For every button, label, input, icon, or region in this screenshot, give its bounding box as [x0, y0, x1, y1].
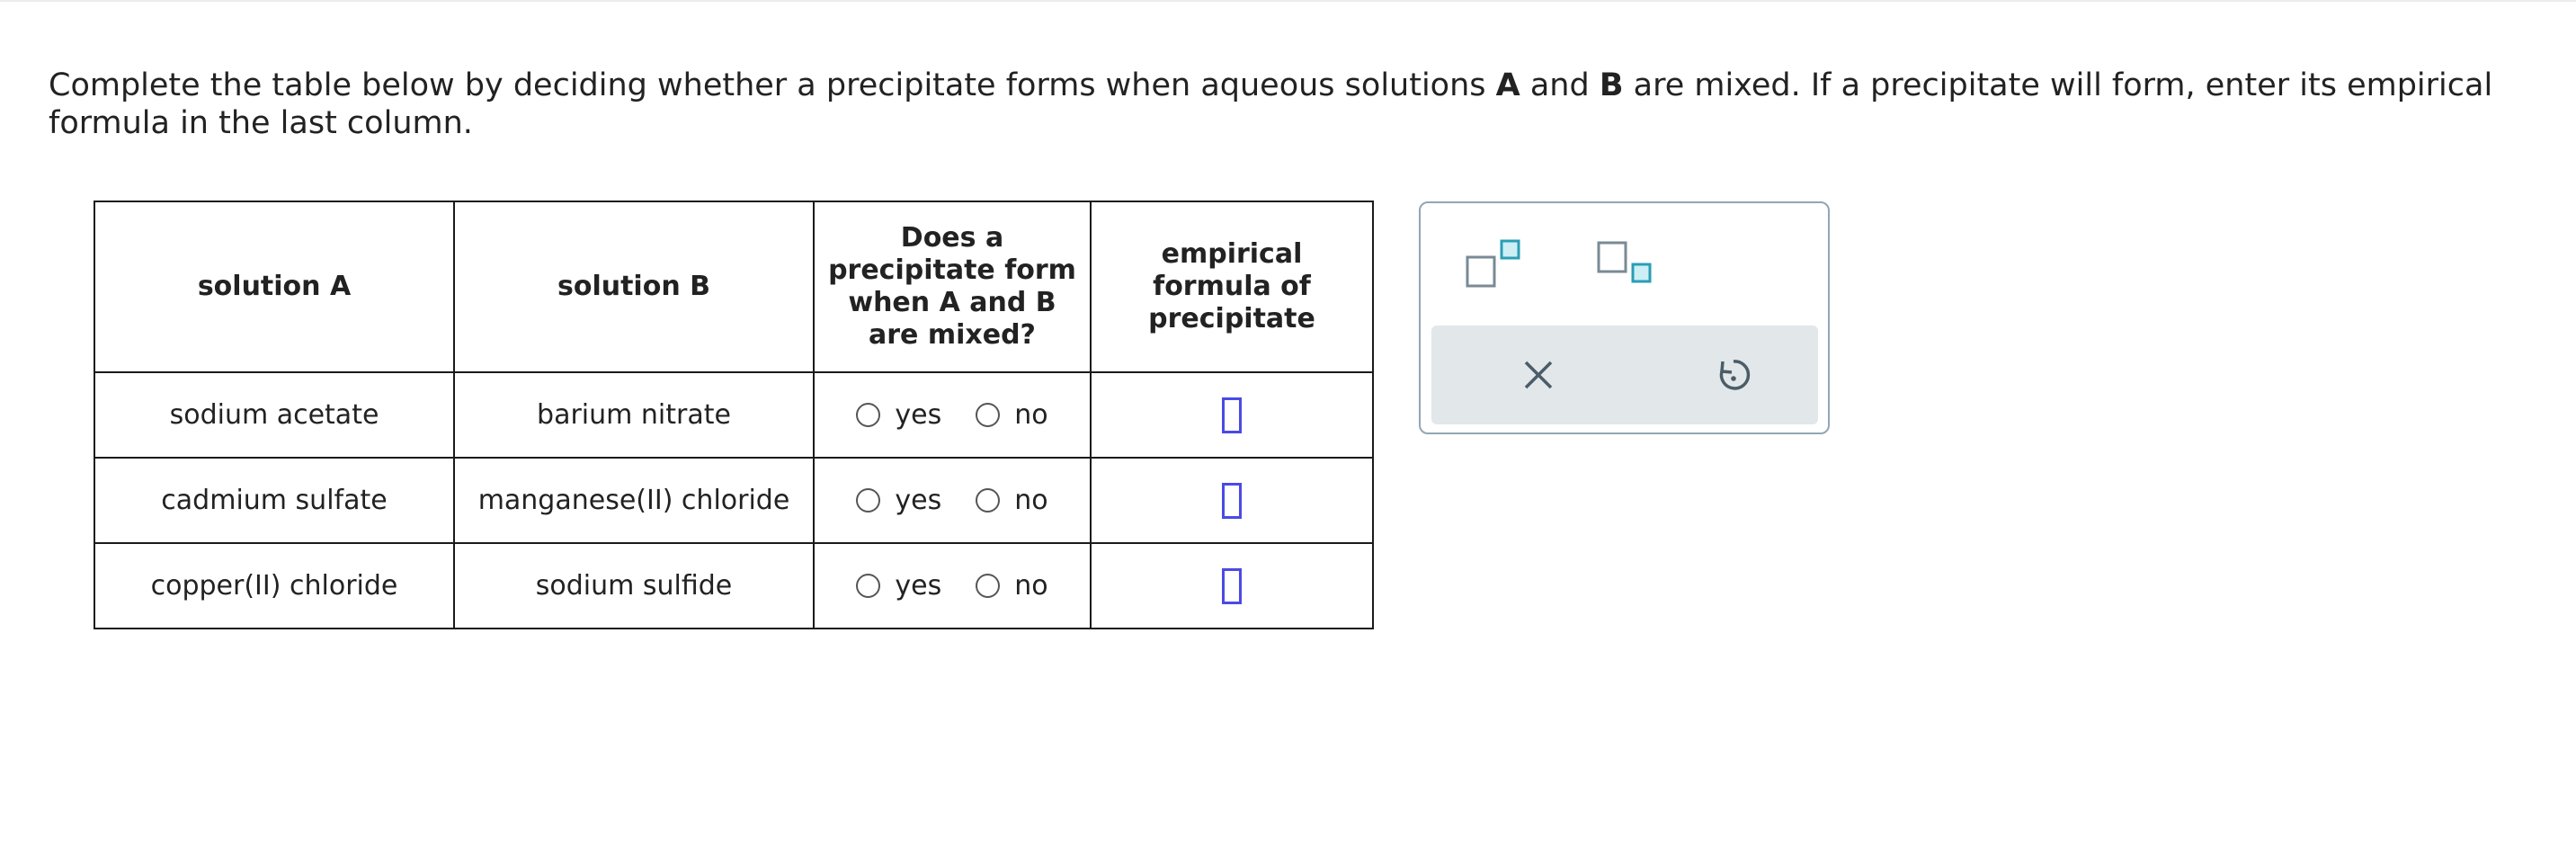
- header-precipitate-question-text: Does a precipitate form when A and B are…: [828, 222, 1076, 351]
- radio-no[interactable]: no: [976, 570, 1048, 602]
- cell-solution-a: copper(II) chloride: [94, 542, 455, 629]
- cell-solution-b: barium nitrate: [453, 371, 815, 459]
- cell-formula: [1090, 371, 1374, 459]
- prompt-text-part: Complete the table below by deciding whe…: [49, 67, 1496, 103]
- header-empirical-formula-text: empirical formula of precipitate: [1148, 238, 1315, 334]
- cell-formula: [1090, 542, 1374, 629]
- radio-group: yes no: [815, 485, 1090, 516]
- radio-yes-circle[interactable]: [856, 403, 881, 427]
- header-empirical-formula: empirical formula of precipitate: [1090, 201, 1374, 373]
- header-precipitate-question: Does a precipitate form when A and B are…: [813, 201, 1092, 373]
- radio-group: yes no: [815, 399, 1090, 431]
- radio-no[interactable]: no: [976, 485, 1048, 516]
- superscript-button[interactable]: [1466, 237, 1523, 291]
- radio-no-circle[interactable]: [976, 574, 1001, 598]
- cell-precipitate-choice: yes no: [813, 371, 1092, 459]
- radio-no-label: no: [1014, 399, 1048, 431]
- clear-button[interactable]: [1517, 353, 1560, 397]
- radio-no[interactable]: no: [976, 399, 1048, 431]
- table-row: sodium acetate barium nitrate yes no: [94, 371, 1374, 459]
- table-header-row: solution A solution B Does a precipitate…: [94, 201, 1374, 373]
- palette-action-bar: [1431, 325, 1818, 424]
- prompt-solution-b: B: [1599, 67, 1624, 103]
- cell-formula: [1090, 457, 1374, 544]
- cell-solution-b: sodium sulfide: [453, 542, 815, 629]
- formula-input[interactable]: [1222, 397, 1242, 433]
- subscript-icon: [1597, 241, 1652, 283]
- subscript-button[interactable]: [1597, 237, 1654, 291]
- radio-no-label: no: [1014, 485, 1048, 516]
- precipitate-table: solution A solution B Does a precipitate…: [94, 201, 1374, 629]
- cell-solution-b: manganese(II) chloride: [453, 457, 815, 544]
- prompt-text-part: and: [1520, 67, 1600, 103]
- header-solution-b: solution B: [453, 201, 815, 373]
- header-solution-a: solution A: [94, 201, 455, 373]
- radio-yes-circle[interactable]: [856, 574, 881, 598]
- radio-group: yes no: [815, 570, 1090, 602]
- superscript-icon: [1466, 239, 1520, 288]
- formula-input[interactable]: [1222, 482, 1242, 519]
- undo-icon: [1719, 360, 1751, 390]
- radio-yes-label: yes: [895, 485, 942, 516]
- radio-yes-circle[interactable]: [856, 488, 881, 513]
- radio-yes[interactable]: yes: [856, 399, 941, 431]
- cell-precipitate-choice: yes no: [813, 542, 1092, 629]
- prompt-solution-a: A: [1495, 67, 1520, 103]
- top-divider: [0, 0, 2576, 2]
- radio-no-circle[interactable]: [976, 403, 1001, 427]
- formula-palette: [1419, 201, 1830, 434]
- close-icon: [1524, 361, 1553, 389]
- radio-no-label: no: [1014, 570, 1048, 602]
- formula-input[interactable]: [1222, 567, 1242, 604]
- question-prompt: Complete the table below by deciding whe…: [49, 67, 2530, 142]
- radio-yes-label: yes: [895, 399, 942, 431]
- radio-yes[interactable]: yes: [856, 570, 941, 602]
- table-row: copper(II) chloride sodium sulfide yes n…: [94, 542, 1374, 629]
- cell-solution-a: cadmium sulfate: [94, 457, 455, 544]
- table-row: cadmium sulfate manganese(II) chloride y…: [94, 457, 1374, 544]
- radio-no-circle[interactable]: [976, 488, 1001, 513]
- cell-solution-a: sodium acetate: [94, 371, 455, 459]
- cell-precipitate-choice: yes no: [813, 457, 1092, 544]
- radio-yes[interactable]: yes: [856, 485, 941, 516]
- radio-yes-label: yes: [895, 570, 942, 602]
- undo-button[interactable]: [1712, 353, 1755, 397]
